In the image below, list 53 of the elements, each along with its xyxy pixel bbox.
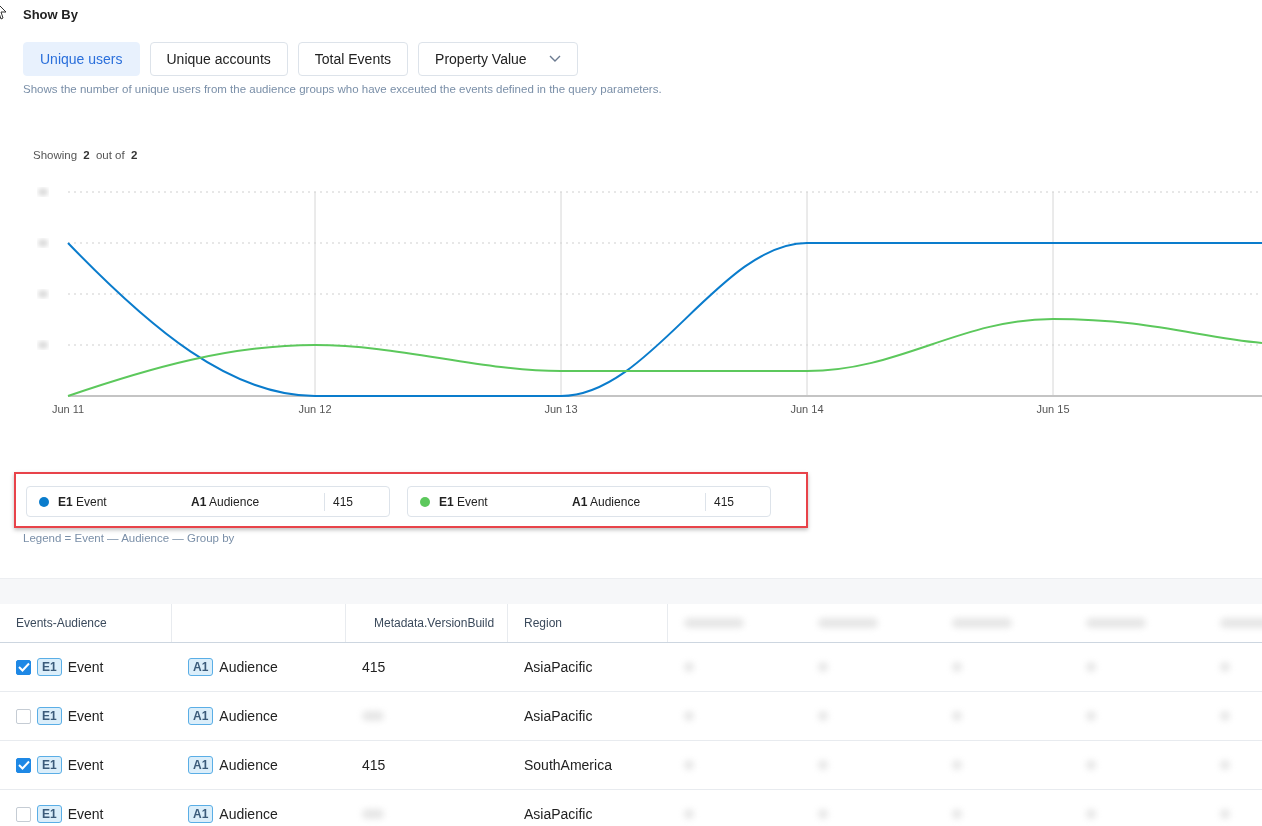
blurred-tick-label [38, 188, 48, 196]
show-by-button[interactable]: Unique users [23, 42, 140, 76]
legend-value: 415 [324, 492, 354, 511]
audience-name: Audience [219, 708, 278, 724]
event-name: Event [67, 708, 104, 724]
event-name: Event [67, 757, 104, 773]
axis-label: Jun 11 [51, 403, 85, 415]
column-header: Metadata.VersionBuild [374, 616, 495, 630]
column-header: Region [524, 616, 563, 630]
show-by-button[interactable]: Total Events [297, 42, 409, 76]
blurred-tick-label [38, 239, 48, 247]
row-checkbox[interactable] [16, 757, 31, 773]
event-label: E1 Event [58, 494, 108, 509]
showing-count: Showing 2 out of 2 [33, 149, 139, 161]
row-checkbox[interactable] [16, 659, 31, 675]
axis-label: Jun 12 [298, 403, 332, 415]
row-checkbox[interactable] [16, 708, 31, 724]
audience-name: Audience [219, 806, 278, 822]
table-cell: SouthAmerica [524, 757, 612, 773]
chevron-down-icon [548, 55, 561, 63]
table-cell: AsiaPacific [524, 659, 593, 675]
table-cell: AsiaPacific [524, 708, 593, 724]
audience-label: A1 Audience [572, 494, 642, 509]
row-checkbox[interactable] [16, 806, 31, 822]
table-cell: AsiaPacific [524, 806, 593, 822]
blurred-tick-label [38, 290, 48, 298]
audience-name: Audience [219, 659, 278, 675]
legend-value: 415 [705, 492, 735, 511]
axis-label: Jun 15 [1036, 403, 1070, 415]
property-dropdown[interactable]: Property Value [418, 42, 578, 76]
audience-label: A1 Audience [191, 494, 261, 509]
event-tag: E1 [37, 658, 62, 676]
show-by-button[interactable]: Unique accounts [149, 42, 288, 76]
axis-label: Jun 13 [544, 403, 578, 415]
event-tag: E1 [37, 805, 62, 823]
event-tag: E1 [37, 707, 62, 725]
audience-tag: A1 [188, 707, 214, 725]
event-tag: E1 [37, 756, 62, 774]
audience-tag: A1 [188, 756, 214, 774]
event-name: Event [67, 806, 104, 822]
axis-label: Jun 14 [790, 403, 824, 415]
audience-name: Audience [219, 757, 278, 773]
audience-tag: A1 [188, 805, 214, 823]
table-cell: 415 [362, 659, 386, 675]
description-text: Shows the number of unique users from the audience groups who have exceuted the events defined in the query parameters. [23, 83, 663, 95]
column-header: Events-Audience [16, 616, 107, 630]
event-label: E1 Event [439, 494, 489, 509]
section-title: Show By [23, 6, 79, 24]
event-name: Event [67, 659, 104, 675]
legend-note: Legend = Event — Audience — Group by [23, 532, 236, 544]
audience-tag: A1 [188, 658, 214, 676]
blurred-tick-label [38, 341, 48, 349]
table-cell: 415 [362, 757, 386, 773]
